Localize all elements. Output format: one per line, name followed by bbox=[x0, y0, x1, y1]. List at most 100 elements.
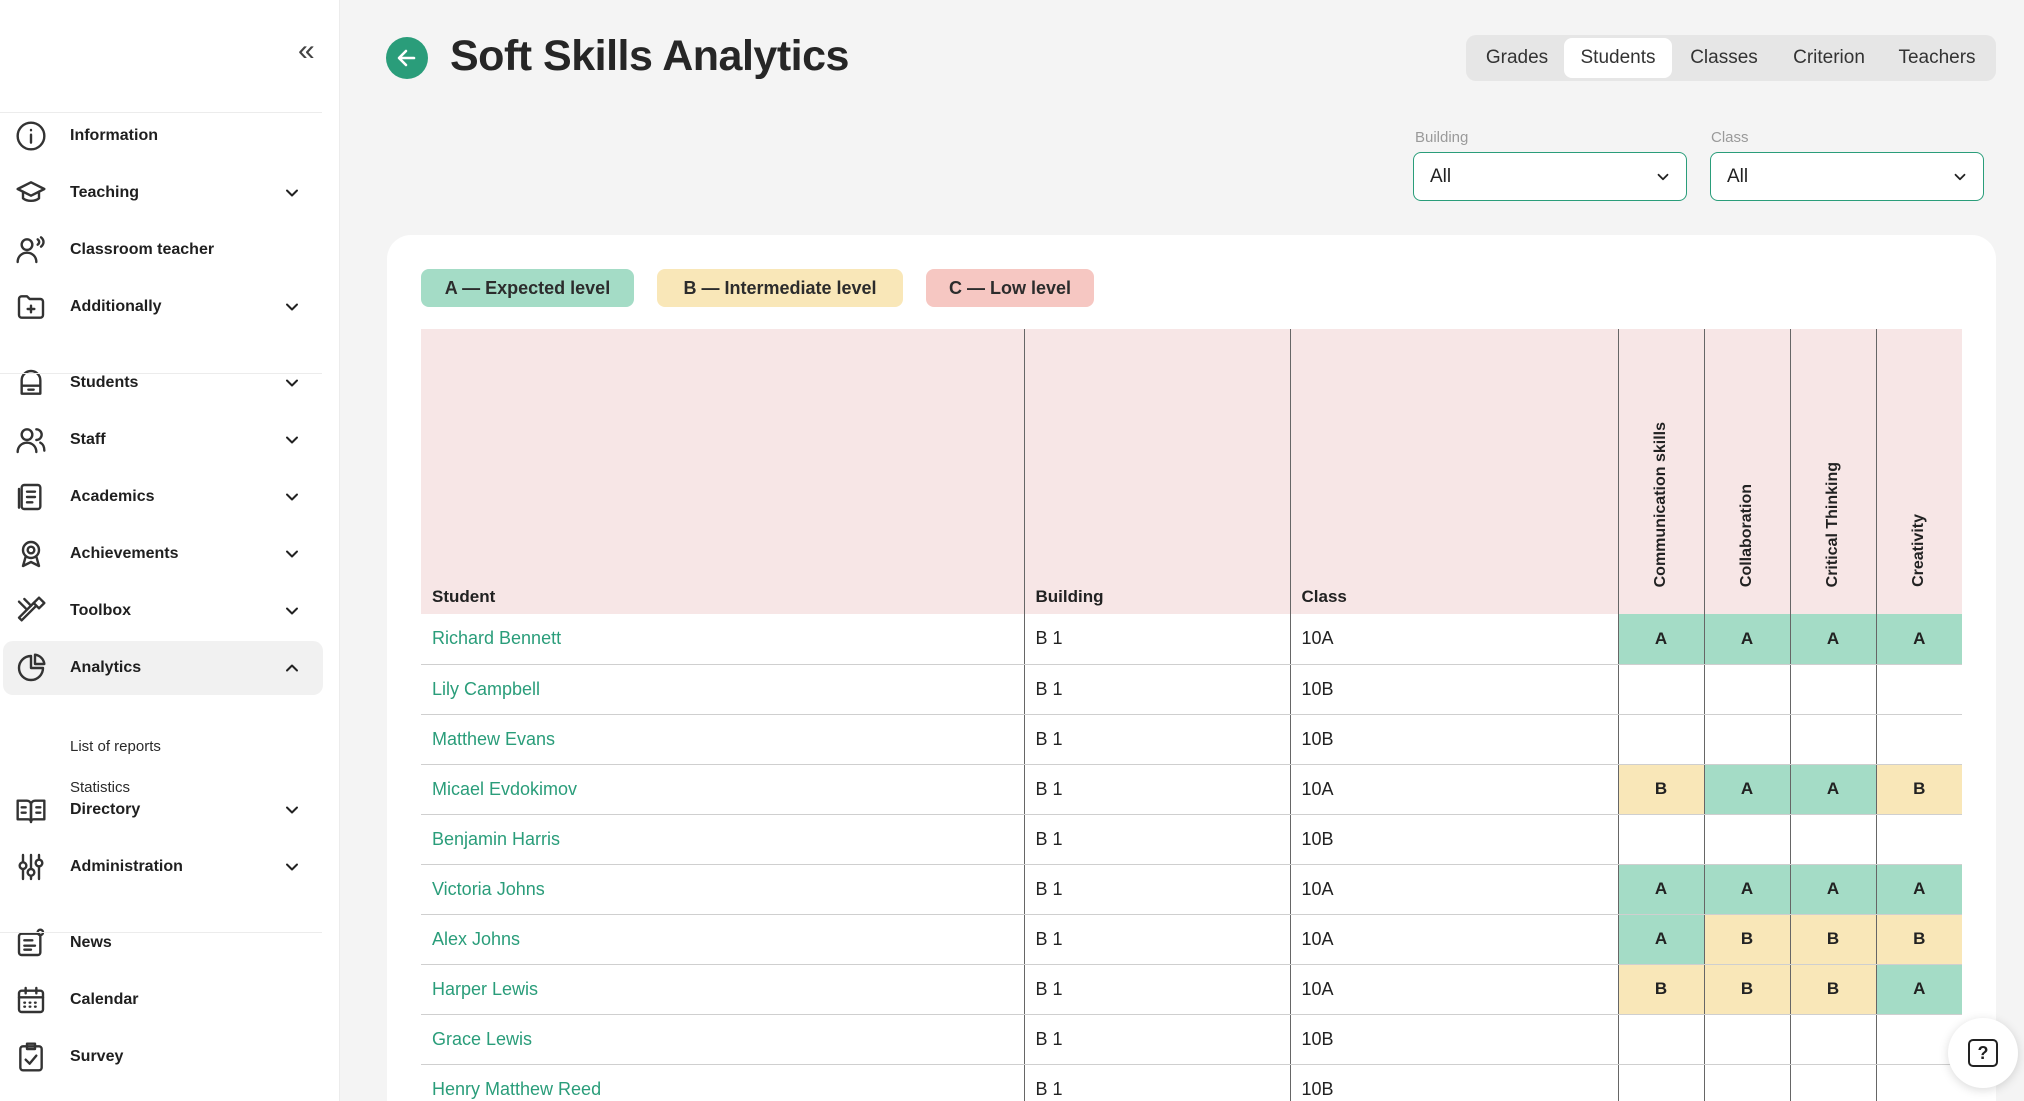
sidebar-item-teaching[interactable]: Teaching bbox=[0, 166, 322, 220]
sliders-icon bbox=[14, 850, 48, 884]
sidebar-item-administration[interactable]: Administration bbox=[0, 840, 322, 894]
column-header-critical-thinking[interactable]: Critical Thinking bbox=[1790, 329, 1877, 614]
sidebar-item-label: News bbox=[70, 934, 112, 951]
column-header-collaboration[interactable]: Collaboration bbox=[1704, 329, 1791, 614]
chevron-down-icon[interactable] bbox=[282, 800, 302, 820]
sidebar-item-additionally[interactable]: Additionally bbox=[0, 280, 322, 334]
grade-cell bbox=[1704, 1014, 1791, 1065]
table-row: Richard Bennett B 1 10A A A A A bbox=[421, 614, 1962, 665]
column-header-communication-skills[interactable]: Communication skills bbox=[1618, 329, 1705, 614]
sidebar-subitem-statistics[interactable]: Statistics bbox=[70, 779, 130, 796]
sidebar-item-analytics[interactable]: Analytics bbox=[3, 641, 323, 695]
grade-cell bbox=[1790, 714, 1877, 765]
tab-classes[interactable]: Classes bbox=[1672, 38, 1776, 78]
tab-teachers[interactable]: Teachers bbox=[1882, 38, 1992, 78]
grade-cell: A bbox=[1790, 764, 1877, 815]
student-name-link[interactable]: Harper Lewis bbox=[421, 964, 1025, 1015]
tab-criterion[interactable]: Criterion bbox=[1776, 38, 1882, 78]
tab-students[interactable]: Students bbox=[1564, 38, 1672, 78]
student-name-link[interactable]: Matthew Evans bbox=[421, 714, 1025, 765]
building-cell: B 1 bbox=[1024, 864, 1291, 915]
column-header-creativity[interactable]: Creativity bbox=[1876, 329, 1962, 614]
sidebar-item-achievements[interactable]: Achievements bbox=[0, 527, 322, 581]
sidebar-item-label: Analytics bbox=[70, 659, 142, 676]
class-cell: 10B bbox=[1290, 714, 1619, 765]
building-cell: B 1 bbox=[1024, 964, 1291, 1015]
class-select[interactable]: All bbox=[1710, 152, 1984, 201]
sidebar-item-label: Directory bbox=[70, 801, 141, 818]
column-header-class[interactable]: Class bbox=[1290, 329, 1619, 614]
chevron-down-icon[interactable] bbox=[282, 430, 302, 450]
info-icon bbox=[14, 119, 48, 153]
column-header-student[interactable]: Student bbox=[421, 329, 1025, 614]
student-name-link[interactable]: Henry Matthew Reed bbox=[421, 1064, 1025, 1101]
building-cell: B 1 bbox=[1024, 914, 1291, 965]
chevron-down-icon[interactable] bbox=[282, 297, 302, 317]
collapse-sidebar-icon[interactable]: « bbox=[298, 36, 322, 66]
sidebar-item-news[interactable]: News bbox=[0, 916, 322, 970]
sidebar-item-classroom-teacher[interactable]: Classroom teacher bbox=[0, 223, 322, 277]
chevron-down-icon[interactable] bbox=[282, 183, 302, 203]
class-filter-label: Class bbox=[1711, 129, 1749, 146]
student-name-link[interactable]: Alex Johns bbox=[421, 914, 1025, 965]
column-header-label: Collaboration bbox=[1738, 483, 1755, 587]
grade-cell: A bbox=[1790, 864, 1877, 915]
grade-cell: A bbox=[1790, 614, 1877, 665]
class-cell: 10B bbox=[1290, 1014, 1619, 1065]
chevron-down-icon[interactable] bbox=[282, 487, 302, 507]
grade-cell: A bbox=[1704, 764, 1791, 815]
grade-cell: A bbox=[1618, 864, 1705, 915]
table-row: Victoria Johns B 1 10A A A A A bbox=[421, 864, 1962, 915]
sidebar-item-students[interactable]: Students bbox=[0, 356, 322, 410]
sidebar-item-calendar[interactable]: Calendar bbox=[0, 973, 322, 1027]
graduation-cap-icon bbox=[14, 176, 48, 210]
student-name-link[interactable]: Richard Bennett bbox=[421, 614, 1025, 665]
grade-cell: B bbox=[1618, 964, 1705, 1015]
table-row: Benjamin Harris B 1 10B bbox=[421, 814, 1962, 865]
sidebar-item-academics[interactable]: Academics bbox=[0, 470, 322, 524]
sidebar-item-information[interactable]: Information bbox=[0, 109, 322, 163]
column-header-building[interactable]: Building bbox=[1024, 329, 1291, 614]
chevron-down-icon bbox=[1954, 173, 1966, 181]
chevron-up-icon[interactable] bbox=[282, 658, 302, 678]
grade-cell: B bbox=[1876, 764, 1962, 815]
sidebar: « Information Teaching Classroom teacher Ad… bbox=[0, 0, 340, 1101]
class-cell: 10A bbox=[1290, 764, 1619, 815]
table-row: Lily Campbell B 1 10B bbox=[421, 664, 1962, 715]
sidebar-divider bbox=[0, 373, 322, 374]
building-select[interactable]: All bbox=[1413, 152, 1687, 201]
sidebar-item-staff[interactable]: Staff bbox=[0, 413, 322, 467]
grade-cell bbox=[1876, 664, 1962, 715]
grade-cell: A bbox=[1876, 964, 1962, 1015]
grade-cell bbox=[1876, 814, 1962, 865]
building-cell: B 1 bbox=[1024, 714, 1291, 765]
sidebar-item-toolbox[interactable]: Toolbox bbox=[0, 584, 322, 638]
legend-expected-level: A — Expected level bbox=[421, 269, 634, 307]
table-header-row: Student Building Class Communication ski… bbox=[421, 329, 1962, 614]
student-name-link[interactable]: Benjamin Harris bbox=[421, 814, 1025, 865]
student-name-link[interactable]: Grace Lewis bbox=[421, 1014, 1025, 1065]
grade-cell: A bbox=[1876, 864, 1962, 915]
student-name-link[interactable]: Lily Campbell bbox=[421, 664, 1025, 715]
student-name-link[interactable]: Victoria Johns bbox=[421, 864, 1025, 915]
grade-cell: A bbox=[1618, 914, 1705, 965]
class-cell: 10B bbox=[1290, 814, 1619, 865]
chevron-down-icon[interactable] bbox=[282, 857, 302, 877]
chevron-down-icon[interactable] bbox=[282, 373, 302, 393]
grade-cell: A bbox=[1876, 614, 1962, 665]
chevron-down-icon[interactable] bbox=[282, 601, 302, 621]
pie-chart-icon bbox=[14, 651, 48, 685]
grade-cell: B bbox=[1876, 914, 1962, 965]
student-name-link[interactable]: Micael Evdokimov bbox=[421, 764, 1025, 815]
building-select-value: All bbox=[1430, 165, 1452, 187]
sidebar-item-survey[interactable]: Survey bbox=[0, 1030, 322, 1084]
back-button[interactable] bbox=[386, 37, 428, 79]
tab-grades[interactable]: Grades bbox=[1470, 38, 1564, 78]
class-cell: 10A bbox=[1290, 914, 1619, 965]
sidebar-item-directory[interactable]: Directory bbox=[0, 783, 322, 837]
table-row: Micael Evdokimov B 1 10A B A A B bbox=[421, 764, 1962, 815]
help-button[interactable]: ? bbox=[1948, 1018, 2018, 1088]
sidebar-subitem-list-of-reports[interactable]: List of reports bbox=[70, 738, 161, 755]
grade-cell bbox=[1704, 1064, 1791, 1101]
chevron-down-icon[interactable] bbox=[282, 544, 302, 564]
